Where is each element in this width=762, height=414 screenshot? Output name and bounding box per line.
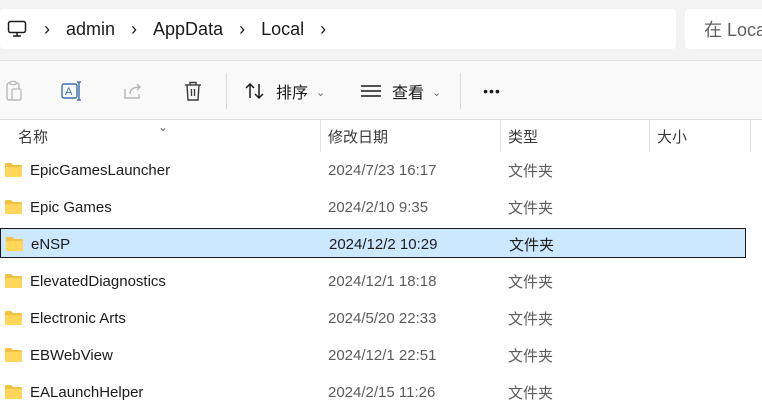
breadcrumb[interactable]: › admin › AppData › Local › (0, 9, 676, 49)
chevron-down-icon: ⌄ (432, 86, 442, 99)
file-type: 文件夹 (508, 347, 554, 365)
file-type: 文件夹 (508, 199, 554, 217)
search-input[interactable]: 在 Local (685, 9, 762, 49)
file-date: 2024/7/23 16:17 (328, 161, 437, 179)
clipboard-icon (6, 80, 22, 101)
file-name: EBWebView (30, 346, 113, 364)
file-type: 文件夹 (508, 310, 554, 328)
file-name: EpicGamesLauncher (30, 161, 171, 179)
folder-icon (5, 163, 22, 177)
breadcrumb-item-admin[interactable]: admin (60, 9, 121, 49)
sort-icon (245, 82, 264, 100)
folder-icon (5, 385, 22, 399)
file-type: 文件夹 (508, 273, 554, 291)
chevron-right-icon[interactable]: › (34, 9, 60, 49)
view-button[interactable]: 查看 ⌄ (360, 61, 450, 121)
view-label: 查看 (392, 85, 425, 102)
folder-icon (5, 274, 22, 288)
file-row[interactable]: Epic Games 2024/2/10 9:35 文件夹 (0, 192, 746, 222)
file-type: 文件夹 (509, 236, 555, 254)
sort-button[interactable]: 排序 ⌄ (244, 61, 334, 121)
file-row-selected[interactable]: eNSP 2024/12/2 10:29 文件夹 (0, 228, 746, 258)
breadcrumb-item-local[interactable]: Local (255, 9, 310, 49)
folder-icon (6, 237, 23, 251)
rename-button[interactable]: A (52, 61, 92, 121)
file-name: ElevatedDiagnostics (30, 272, 166, 290)
breadcrumb-item-appdata[interactable]: AppData (147, 9, 229, 49)
column-header-date[interactable]: 修改日期 (328, 120, 388, 152)
file-name: EALaunchHelper (30, 383, 144, 401)
sort-label: 排序 (276, 85, 309, 102)
delete-button[interactable] (173, 61, 213, 121)
folder-icon (5, 200, 22, 214)
file-name: Epic Games (30, 198, 112, 216)
address-bar: › admin › AppData › Local › 在 Local (0, 0, 762, 60)
file-type: 文件夹 (508, 162, 554, 180)
toolbar-divider (460, 73, 461, 109)
chevron-right-icon[interactable]: › (310, 9, 336, 49)
file-type: 文件夹 (508, 384, 554, 402)
chevron-right-icon[interactable]: › (229, 9, 255, 49)
chevron-down-icon: ⌄ (316, 86, 326, 99)
file-row[interactable]: ElevatedDiagnostics 2024/12/1 18:18 文件夹 (0, 266, 746, 296)
file-date: 2024/12/1 18:18 (328, 272, 437, 290)
paste-button[interactable] (0, 61, 28, 121)
file-row[interactable]: EBWebView 2024/12/1 22:51 文件夹 (0, 340, 746, 370)
column-header-type[interactable]: 类型 (508, 120, 538, 152)
column-divider[interactable] (649, 120, 650, 152)
column-header-name[interactable]: 名称 (18, 120, 48, 152)
file-name: eNSP (31, 235, 71, 253)
file-name: Electronic Arts (30, 309, 126, 327)
view-list-icon (361, 85, 381, 97)
toolbar-divider (226, 73, 227, 109)
column-header-size[interactable]: 大小 (657, 120, 687, 152)
file-date: 2024/2/10 9:35 (328, 198, 429, 216)
file-list: EpicGamesLauncher 2024/7/23 16:17 文件夹 Ep… (0, 152, 762, 414)
computer-icon[interactable] (0, 9, 34, 49)
folder-icon (5, 311, 22, 325)
more-options-button[interactable]: ••• (472, 61, 512, 121)
share-icon (124, 83, 141, 99)
file-date: 2024/12/2 10:29 (329, 235, 438, 253)
file-date: 2024/12/1 22:51 (328, 346, 437, 364)
file-row[interactable]: Electronic Arts 2024/5/20 22:33 文件夹 (0, 303, 746, 333)
svg-text:A: A (65, 86, 73, 98)
folder-icon (5, 348, 22, 362)
file-date: 2024/5/20 22:33 (328, 309, 437, 327)
trash-icon (185, 81, 201, 101)
command-bar: A 排序 ⌄ 查看 ⌄ ••• (0, 60, 762, 120)
rename-icon: A (61, 81, 81, 101)
share-button[interactable] (113, 61, 153, 121)
file-row[interactable]: EALaunchHelper 2024/2/15 11:26 文件夹 (0, 377, 746, 407)
column-divider[interactable] (320, 120, 321, 152)
column-divider[interactable] (500, 120, 501, 152)
column-divider[interactable] (750, 120, 751, 152)
column-header-row: ⌄ 名称 修改日期 类型 大小 (0, 120, 762, 152)
file-date: 2024/2/15 11:26 (328, 383, 436, 401)
file-row[interactable]: EpicGamesLauncher 2024/7/23 16:17 文件夹 (0, 155, 746, 185)
sort-caret-icon: ⌄ (158, 120, 169, 134)
chevron-right-icon[interactable]: › (121, 9, 147, 49)
